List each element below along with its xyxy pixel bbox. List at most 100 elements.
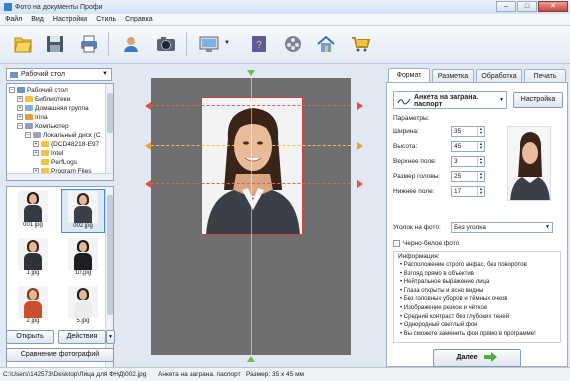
spin-arrows-icon[interactable]: ▲ ▼ [477,157,484,166]
folder-icon [41,150,49,156]
photo-thumbnail[interactable]: 5.jpg [61,285,105,329]
folder-icon [41,159,49,165]
expand-toggle-icon[interactable]: − [25,132,31,138]
location-combo[interactable]: Рабочий стол ▼ [6,68,112,81]
monitor-button[interactable] [196,30,222,58]
desktop-folder-icon [10,71,18,78]
expand-toggle-icon[interactable]: + [17,96,23,102]
menu-bar: Файл Вид Настройки Стиль Справка [0,14,570,26]
maximize-button[interactable]: □ [517,1,537,12]
photo-thumbnail[interactable]: 001.jpg [11,189,55,233]
expand-toggle-icon[interactable]: + [17,105,23,111]
spin-arrows-icon[interactable]: ▲ ▼ [477,187,484,196]
param-spinbox[interactable]: 35 ▲ ▼ [451,126,485,137]
corner-select[interactable]: Без уголка ▼ [451,222,553,233]
tree-scrollbar[interactable] [105,84,113,180]
photo-thumbnail[interactable]: 2.jpg [11,285,55,329]
menu-style[interactable]: Стиль [96,16,116,23]
spin-arrows-icon[interactable]: ▲ ▼ [477,142,484,151]
camera-button[interactable] [153,30,179,58]
menu-file[interactable]: Файл [5,16,22,23]
compare-photos-button[interactable]: Сравнение фотографий [6,348,114,362]
bw-label: Черно-белое фото [403,240,460,247]
tab-format[interactable]: Формат [388,68,430,83]
monitor-dropdown-arrow[interactable]: ▼ [224,40,230,46]
param-value: 17 [454,188,462,195]
top-margin-handle-left[interactable] [145,102,151,110]
thumbnail-label: 002.jpg [73,223,93,229]
tree-hscrollbar[interactable] [7,173,113,180]
passport-photo-frame[interactable] [201,97,303,235]
param-spinbox[interactable]: 3 ▲ ▼ [451,156,485,167]
param-spinbox[interactable]: 25 ▲ ▼ [451,171,485,182]
photo-thumbnail[interactable]: 002.jpg [61,189,105,233]
open-folder-button[interactable] [10,30,36,58]
monitor-icon [199,36,219,52]
tab-layout[interactable]: Разметка [432,69,474,83]
param-spinbox[interactable]: 45 ▲ ▼ [451,141,485,152]
expand-toggle-icon[interactable]: + [33,141,39,147]
params-label: Параметры: [393,115,430,122]
contact-button[interactable] [118,30,144,58]
help-button[interactable]: ? [246,30,272,58]
thumbnail-image [18,286,48,318]
buy-button[interactable] [347,30,373,58]
photo-thumbnail[interactable]: 10.jpg [61,237,105,281]
title-bar: Фото на документы Профи – □ ✕ [0,0,570,14]
top-margin-handle-right[interactable] [357,102,363,110]
info-item: • Изображение резкое и чёткое [400,305,487,311]
tab-print[interactable]: Печать [524,69,566,83]
param-spinbox[interactable]: 17 ▲ ▼ [451,186,485,197]
actions-button[interactable]: Действия [58,330,106,344]
video-button[interactable] [280,30,306,58]
center-handle-top[interactable] [247,70,255,76]
param-value: 45 [454,143,462,150]
home-button[interactable] [313,30,339,58]
open-button[interactable]: Открыть [6,330,54,344]
photo-thumbnail[interactable]: 1.jpg [11,237,55,281]
eye-line-handle-right[interactable] [357,142,363,150]
chevron-down-icon: ▼ [102,71,108,77]
signature-icon [397,98,411,105]
center-handle-bottom[interactable] [247,356,255,362]
close-button[interactable]: ✕ [538,1,568,12]
expand-toggle-icon[interactable]: − [9,87,15,93]
format-selector[interactable]: Анкета на заграна. паспорт ▼ [393,91,507,109]
spin-arrows-icon[interactable]: ▲ ▼ [477,127,484,136]
minimize-button[interactable]: – [496,1,516,12]
bw-checkbox[interactable] [393,240,400,247]
info-text: Глаза открыты и ясно видны [403,287,484,294]
thumbnail-image [18,190,48,222]
menu-view[interactable]: Вид [31,16,44,23]
expand-toggle-icon[interactable]: + [17,114,23,120]
param-value: 35 [454,128,462,135]
info-item: • Взгляд прямо в объектив [400,271,474,277]
photo-preview-thumb [507,126,551,201]
info-text: Расположение строго анфас, без поворотов [403,262,527,268]
expand-toggle-icon[interactable]: − [17,123,23,129]
menu-settings[interactable]: Настройки [53,16,87,23]
next-button[interactable]: Далее [433,349,521,367]
location-value: Рабочий стол [21,71,65,78]
info-item: • Глаза открыты и ясно видны [400,288,483,294]
print-button[interactable] [76,30,102,58]
thumbnail-image [18,238,48,270]
save-button[interactable] [42,30,68,58]
thumbnail-image [68,286,98,318]
param-label: Ширина: [393,128,419,135]
param-value: 3 [454,158,458,165]
tree-node-label: Intel [51,149,64,157]
actions-dropdown-arrow[interactable]: ▼ [106,330,115,344]
chin-handle-left[interactable] [145,180,151,188]
spin-arrows-icon[interactable]: ▲ ▼ [477,172,484,181]
chin-handle-right[interactable] [357,180,363,188]
eye-line-handle-left[interactable] [145,142,151,150]
info-text: Взгляд прямо в объектив [403,270,474,277]
portrait-image [202,98,302,234]
info-text: Без головных уборов и тёмных очков [403,296,508,303]
tab-processing[interactable]: Обработка [476,69,522,83]
expand-toggle-icon[interactable]: + [33,150,39,156]
preview-portrait [510,132,550,200]
settings-button[interactable]: Настройка [513,92,563,108]
menu-help[interactable]: Справка [125,16,152,23]
